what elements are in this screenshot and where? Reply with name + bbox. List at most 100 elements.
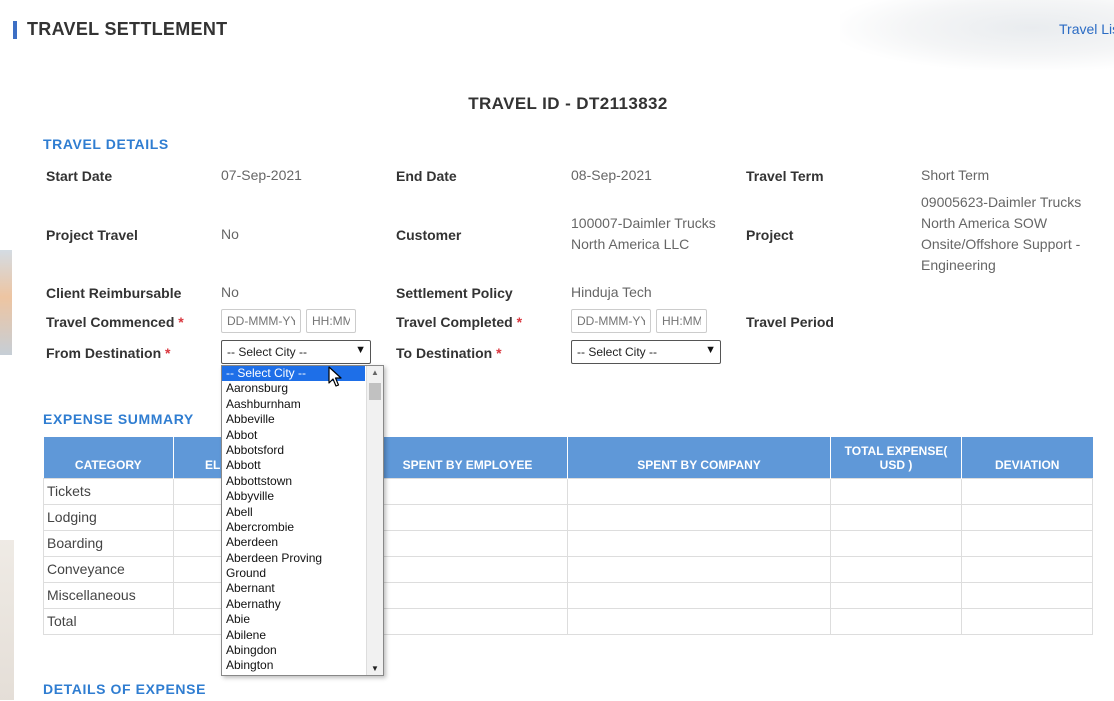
table-cell [830,555,962,583]
city-option[interactable]: Aberdeen Proving [222,551,365,566]
city-dropdown-list[interactable]: -- Select City -- Aaronsburg Aashburnham… [221,365,384,676]
travel-term-value: Short Term [921,167,990,183]
city-option[interactable]: Abingdon [222,643,365,658]
table-cell [830,477,962,505]
city-option[interactable]: Abernant [222,581,365,596]
city-option[interactable]: Abell [222,505,365,520]
background-image-strip-lower [0,540,14,700]
scrollbar-thumb[interactable] [369,383,381,400]
city-option[interactable]: Abernathy [222,597,365,612]
required-asterisk: * [496,345,502,361]
city-option[interactable]: Aashburnham [222,397,365,412]
project-line-3: Onsite/Offshore Support - [921,236,1081,252]
travel-commenced-time-input[interactable] [306,309,356,333]
table-cell [830,581,962,609]
city-option[interactable]: Abercrombie [222,520,365,535]
chevron-down-icon: ▼ [355,344,366,356]
customer-line-1: 100007-Daimler Trucks [571,215,716,231]
city-option[interactable]: Abbotsford [222,443,365,458]
table-cell [567,503,831,531]
city-option-select-city[interactable]: -- Select City -- [222,366,365,382]
table-row: Lodging [43,503,1093,531]
city-option[interactable]: Aaronsburg [222,381,365,396]
table-row: Miscellaneous [43,581,1093,609]
project-value: 09005623-Daimler Trucks North America SO… [921,192,1081,276]
customer-label: Customer [396,227,462,243]
table-cell [567,555,831,583]
project-travel-value: No [221,226,239,242]
category-cell: Boarding [43,529,174,557]
dropdown-scrollbar[interactable]: ▲ ▼ [366,366,383,675]
start-date-label: Start Date [46,168,113,184]
city-option[interactable]: Abbyville [222,489,365,504]
travel-completed-date-input[interactable] [571,309,651,333]
project-label: Project [746,227,794,243]
category-cell: Total [43,607,174,635]
city-option[interactable]: Abington [222,658,365,673]
table-row: Tickets [43,477,1093,505]
city-option[interactable]: Ground [222,566,365,581]
from-city-selected-value: -- Select City -- [227,345,308,359]
to-city-selected-value: -- Select City -- [577,345,658,359]
from-city-select[interactable]: -- Select City -- ▼ [221,340,371,364]
chevron-down-icon: ▼ [705,344,716,356]
section-travel-details: TRAVEL DETAILS [43,136,169,152]
client-reimbursable-label: Client Reimbursable [46,285,182,301]
table-cell [961,581,1093,609]
scroll-up-icon[interactable]: ▲ [371,368,379,377]
city-option[interactable]: Abbeville [222,412,365,427]
section-expense-summary: EXPENSE SUMMARY [43,411,194,427]
project-line-4: Engineering [921,257,996,273]
city-option[interactable]: Abie [222,612,365,627]
project-line-1: 09005623-Daimler Trucks [921,194,1082,210]
table-cell [567,477,831,505]
from-destination-label: From Destination * [46,345,170,361]
travel-commenced-label: Travel Commenced * [46,314,184,330]
city-option[interactable]: Abbott [222,458,365,473]
city-option[interactable]: Aberdeen [222,535,365,550]
table-cell [961,555,1093,583]
category-cell: Miscellaneous [43,581,174,609]
customer-line-2: North America LLC [571,236,690,252]
table-cell [367,503,568,531]
city-option[interactable]: Abbottstown [222,474,365,489]
to-destination-label: To Destination * [396,345,502,361]
column-header-total-expense: TOTAL EXPENSE( USD ) [830,437,962,478]
table-row: Total [43,607,1093,635]
from-destination-label-text: From Destination [46,345,162,361]
table-row: Boarding [43,529,1093,557]
table-cell [961,503,1093,531]
to-city-select[interactable]: -- Select City -- ▼ [571,340,721,364]
table-cell [830,503,962,531]
column-header-category: CATEGORY [43,437,174,478]
expense-summary-table: CATEGORY ELI SPENT BY EMPLOYEE SPENT BY … [43,437,1093,635]
travel-commenced-date-input[interactable] [221,309,301,333]
city-option[interactable]: Abilene [222,628,365,643]
travel-completed-label-text: Travel Completed [396,314,513,330]
start-date-value: 07-Sep-2021 [221,167,302,183]
title-accent-bar [13,21,17,39]
end-date-label: End Date [396,168,457,184]
category-cell: Conveyance [43,555,174,583]
scroll-down-icon[interactable]: ▼ [371,664,379,673]
page-title: TRAVEL SETTLEMENT [27,19,228,39]
required-asterisk: * [165,345,171,361]
table-cell [830,529,962,557]
table-cell [367,555,568,583]
table-row: Conveyance [43,555,1093,583]
column-header-spent-by-employee: SPENT BY EMPLOYEE [367,437,568,478]
travel-completed-time-input[interactable] [656,309,707,333]
table-header-row: CATEGORY ELI SPENT BY EMPLOYEE SPENT BY … [43,437,1093,478]
category-cell: Tickets [43,477,174,505]
to-destination-label-text: To Destination [396,345,493,361]
city-option[interactable]: Abbot [222,428,365,443]
table-cell [961,529,1093,557]
required-asterisk: * [178,314,184,330]
table-cell [367,477,568,505]
table-cell [367,581,568,609]
table-cell [367,607,568,635]
column-header-deviation: DEVIATION [961,437,1093,478]
column-header-spent-by-company: SPENT BY COMPANY [567,437,831,478]
table-cell [961,477,1093,505]
travel-list-link[interactable]: Travel Lis [1059,21,1114,37]
